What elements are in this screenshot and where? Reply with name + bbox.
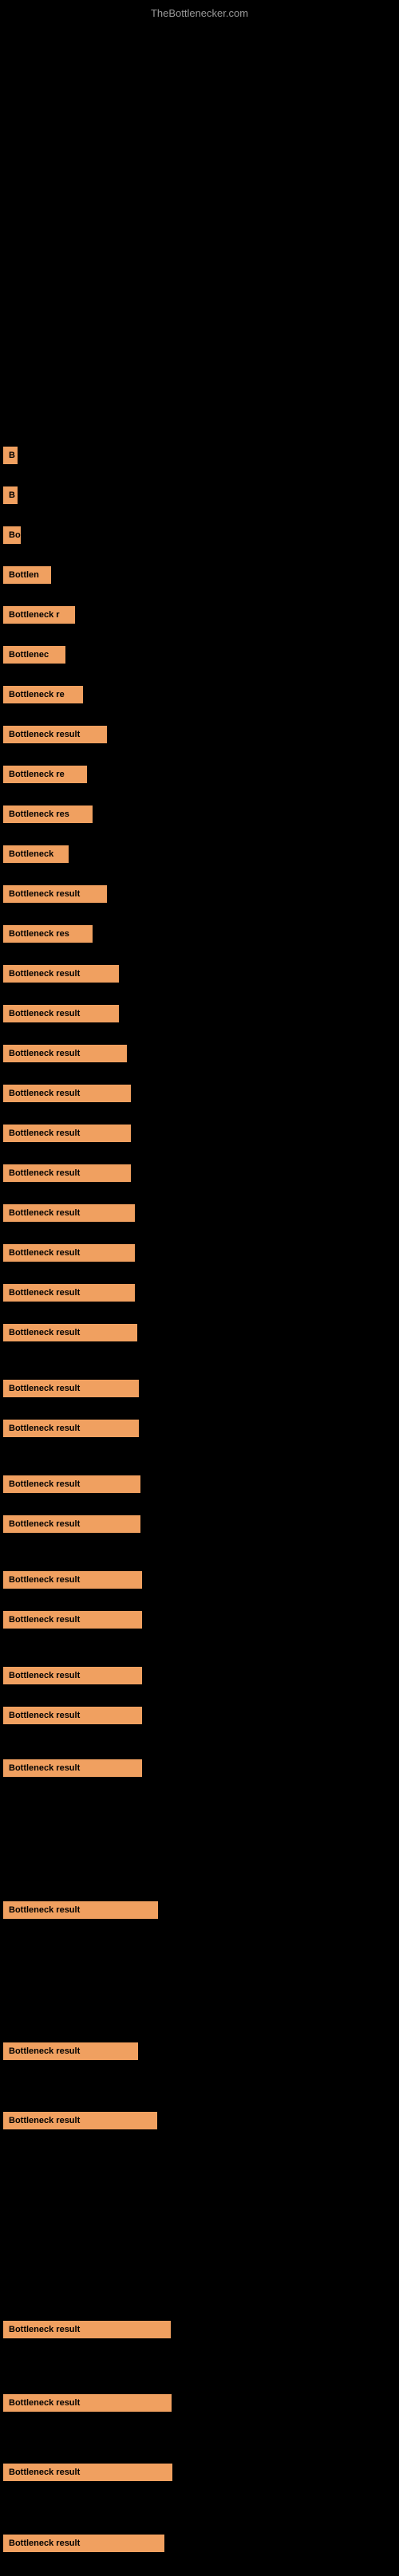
bottleneck-bar-39: Bottleneck result — [3, 2535, 164, 2552]
bottleneck-bar-23: Bottleneck result — [3, 1324, 137, 1341]
bottleneck-bar-35: Bottleneck result — [3, 2112, 157, 2129]
bottleneck-bar-14: Bottleneck result — [3, 965, 119, 983]
bottleneck-bar-4: Bottlen — [3, 566, 51, 584]
bottleneck-bar-11: Bottleneck — [3, 845, 69, 863]
bottleneck-bar-7: Bottleneck re — [3, 686, 83, 703]
bottleneck-bar-19: Bottleneck result — [3, 1164, 131, 1182]
bottleneck-bar-21: Bottleneck result — [3, 1244, 135, 1262]
bottleneck-bar-22: Bottleneck result — [3, 1284, 135, 1302]
bottleneck-bar-26: Bottleneck result — [3, 1475, 140, 1493]
bottleneck-bar-18: Bottleneck result — [3, 1125, 131, 1142]
bottleneck-bar-12: Bottleneck result — [3, 885, 107, 903]
bottleneck-bar-28: Bottleneck result — [3, 1571, 142, 1589]
bottleneck-bar-10: Bottleneck res — [3, 805, 93, 823]
bottleneck-bar-38: Bottleneck result — [3, 2464, 172, 2481]
bottleneck-bar-36: Bottleneck result — [3, 2321, 171, 2338]
bottleneck-bar-5: Bottleneck r — [3, 606, 75, 624]
bottleneck-bar-27: Bottleneck result — [3, 1515, 140, 1533]
bottleneck-bar-33: Bottleneck result — [3, 1901, 158, 1919]
bottleneck-bar-3: Bo — [3, 526, 21, 544]
bottleneck-bar-1: B — [3, 447, 18, 464]
bottleneck-bar-29: Bottleneck result — [3, 1611, 142, 1629]
site-title-container: TheBottlenecker.com — [0, 0, 399, 24]
bottleneck-bar-30: Bottleneck result — [3, 1667, 142, 1684]
bottleneck-bar-37: Bottleneck result — [3, 2394, 172, 2412]
bottleneck-bar-24: Bottleneck result — [3, 1380, 139, 1397]
bottleneck-bar-31: Bottleneck result — [3, 1707, 142, 1724]
bottleneck-bar-9: Bottleneck re — [3, 766, 87, 783]
bottleneck-bar-15: Bottleneck result — [3, 1005, 119, 1022]
bottleneck-bar-2: B — [3, 486, 18, 504]
bottleneck-bar-17: Bottleneck result — [3, 1085, 131, 1102]
bottleneck-bar-25: Bottleneck result — [3, 1420, 139, 1437]
bottleneck-bar-6: Bottlenec — [3, 646, 65, 664]
bars-container: B B Bo Bottlen Bottleneck r Bottlenec Bottlene… — [0, 24, 399, 2576]
bottleneck-bar-32: Bottleneck result — [3, 1759, 142, 1777]
bottleneck-bar-13: Bottleneck res — [3, 925, 93, 943]
bottleneck-bar-8: Bottleneck result — [3, 726, 107, 743]
bottleneck-bar-20: Bottleneck result — [3, 1204, 135, 1222]
site-title: TheBottlenecker.com — [151, 7, 248, 19]
bottleneck-bar-16: Bottleneck result — [3, 1045, 127, 1062]
bottleneck-bar-34: Bottleneck result — [3, 2042, 138, 2060]
